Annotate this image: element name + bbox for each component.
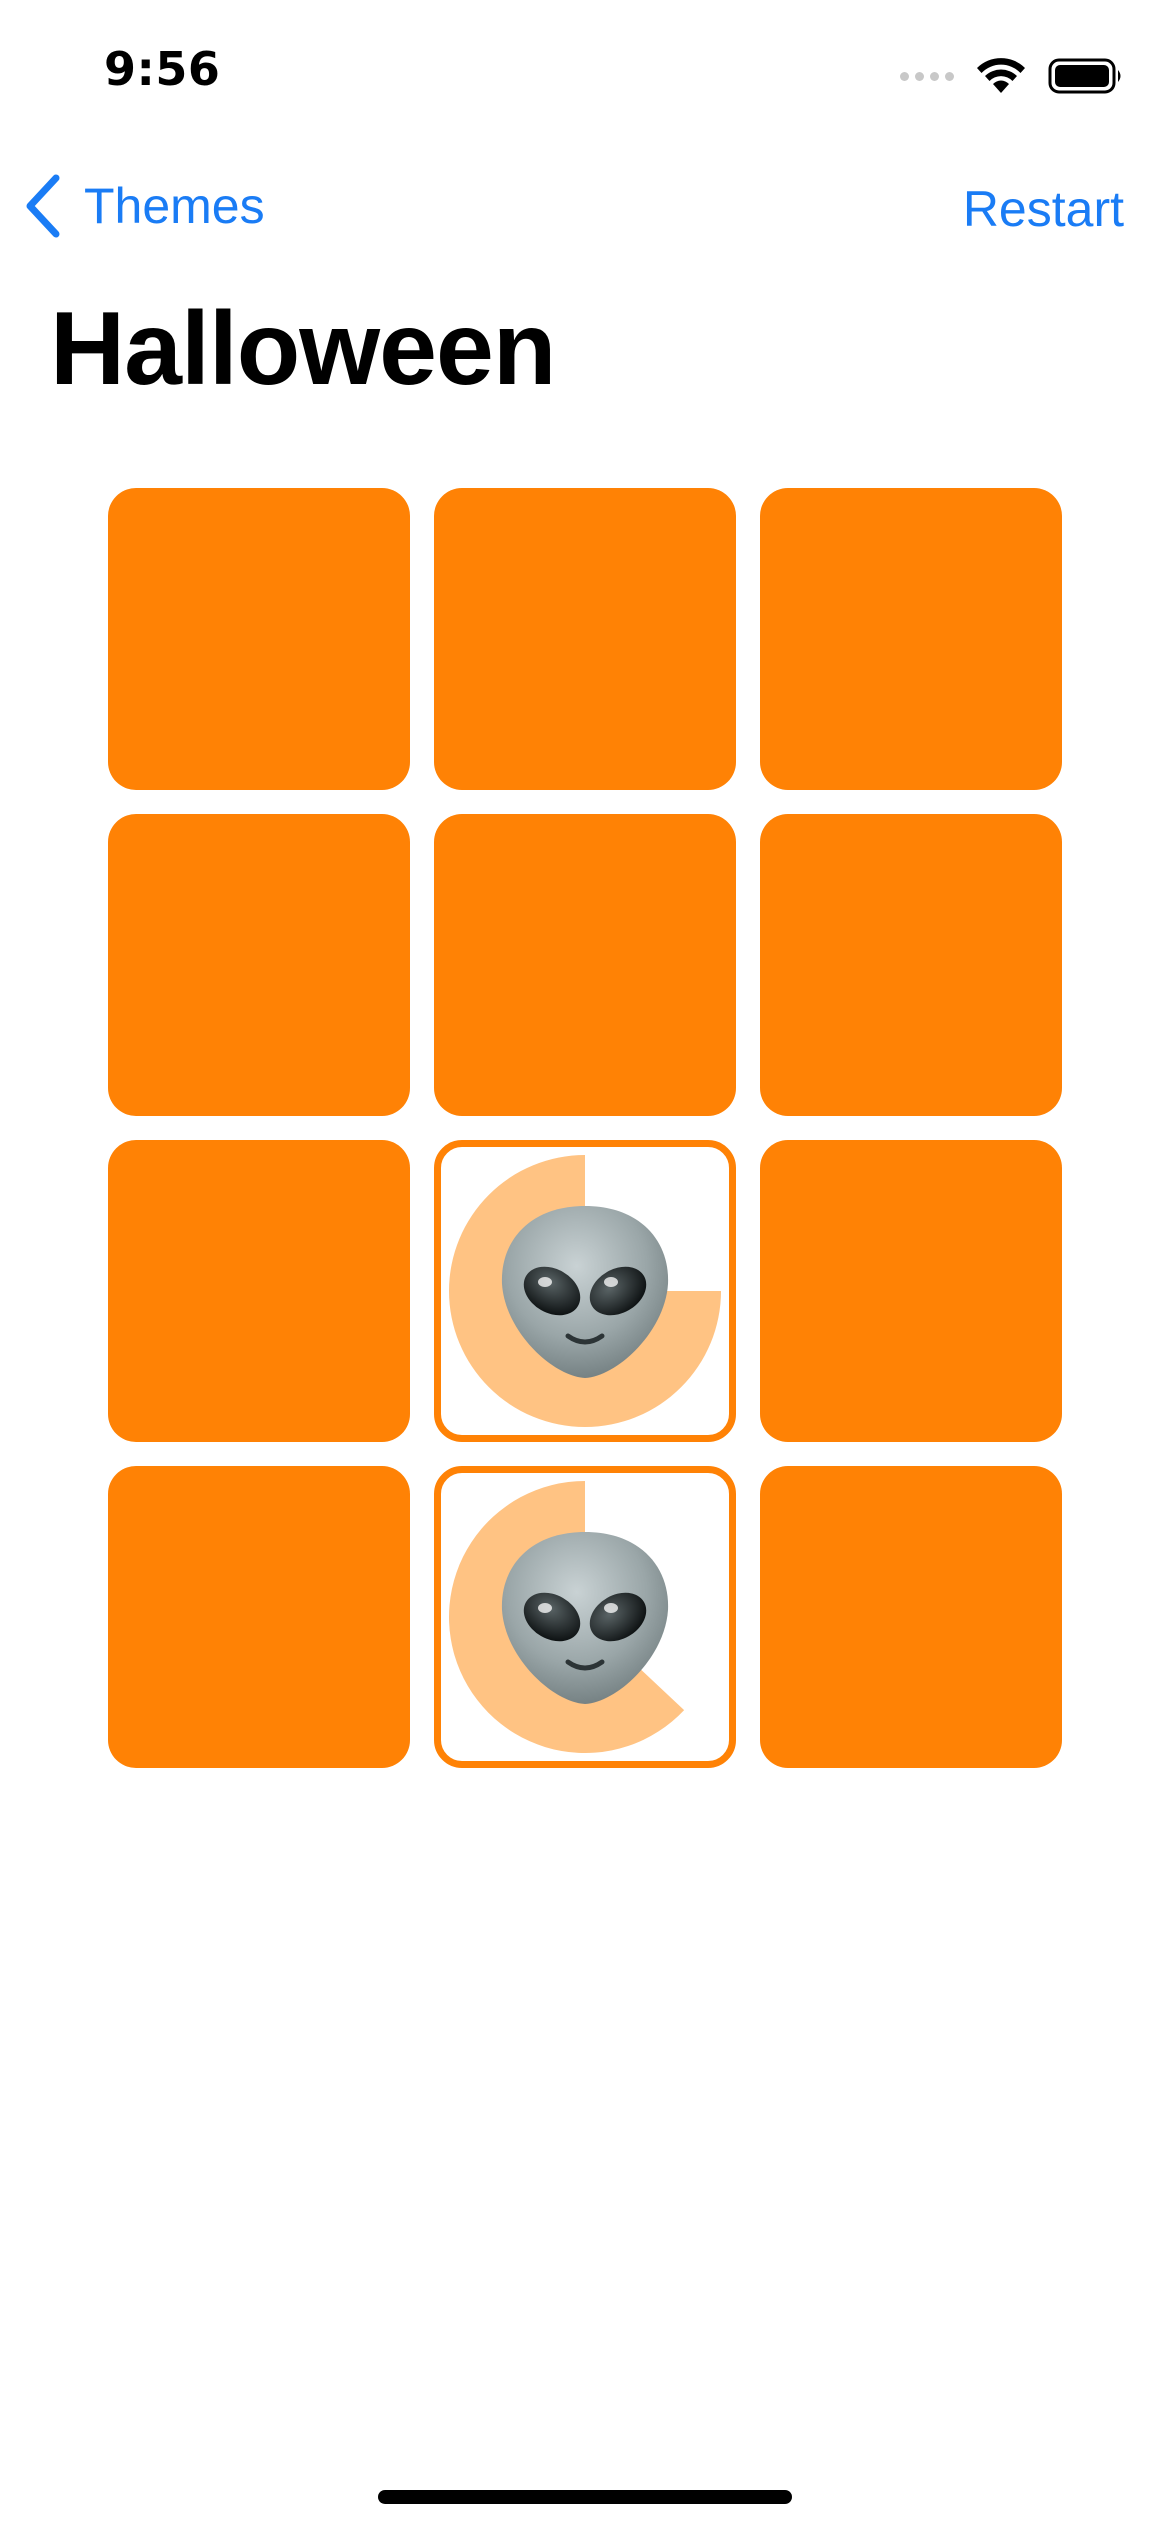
back-button[interactable]: Themes bbox=[24, 174, 265, 238]
card-grid bbox=[108, 488, 1062, 1768]
cellular-signal-icon bbox=[900, 71, 954, 81]
status-bar: 9:56 bbox=[0, 0, 1170, 150]
wifi-icon bbox=[977, 58, 1025, 93]
card-face-down[interactable] bbox=[434, 488, 736, 790]
status-time: 9:56 bbox=[104, 42, 221, 96]
card-face-down[interactable] bbox=[760, 488, 1062, 790]
card-content bbox=[441, 1473, 729, 1761]
chevron-left-icon bbox=[26, 174, 60, 238]
card-face-down[interactable] bbox=[760, 1466, 1062, 1768]
restart-button[interactable]: Restart bbox=[963, 180, 1124, 238]
card-face-down[interactable] bbox=[760, 814, 1062, 1116]
alien-icon bbox=[501, 1532, 669, 1704]
navigation-bar: Themes Restart bbox=[0, 160, 1170, 260]
alien-icon bbox=[501, 1206, 669, 1378]
back-button-label: Themes bbox=[84, 178, 265, 234]
battery-icon bbox=[1048, 58, 1121, 94]
status-icons bbox=[900, 56, 1124, 96]
home-indicator bbox=[378, 2490, 792, 2504]
card-face-down[interactable] bbox=[108, 488, 410, 790]
card-face-down[interactable] bbox=[108, 1466, 410, 1768]
card-face-up[interactable] bbox=[434, 1140, 736, 1442]
card-face-down[interactable] bbox=[108, 1140, 410, 1442]
card-face-up[interactable] bbox=[434, 1466, 736, 1768]
page-title: Halloween bbox=[50, 291, 556, 407]
card-face-down[interactable] bbox=[434, 814, 736, 1116]
card-face-down[interactable] bbox=[108, 814, 410, 1116]
card-face-down[interactable] bbox=[760, 1140, 1062, 1442]
card-content bbox=[441, 1147, 729, 1435]
